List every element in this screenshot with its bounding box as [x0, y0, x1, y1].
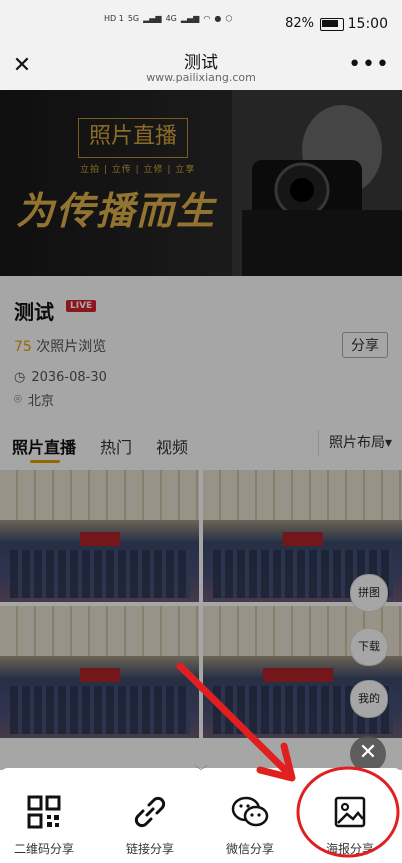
clock-icon: ◷	[14, 370, 26, 385]
share-option-link[interactable]: 链接分享	[110, 794, 190, 857]
banner-tag: 照片直播	[78, 118, 188, 158]
collage-button[interactable]: 拼图	[350, 574, 388, 612]
wifi-icon: ◠	[203, 14, 211, 23]
download-button[interactable]: 下载	[350, 628, 388, 666]
event-name: 测试	[14, 300, 54, 324]
image-icon	[310, 794, 390, 830]
tab-popular[interactable]: 热门	[100, 434, 132, 458]
battery-icon	[320, 18, 344, 31]
location-pin-icon: ⌾	[14, 392, 22, 407]
share-button[interactable]: 分享	[342, 332, 388, 358]
view-count-number: 75	[14, 339, 32, 355]
share-sheet: ﹀ 二维码分享 链接分享 微信分享 海报分享	[0, 766, 402, 863]
link-icon	[110, 794, 190, 830]
photo-layout-label: 照片布局	[328, 435, 385, 451]
chat-icon: ●	[214, 14, 222, 23]
photo-thumbnail[interactable]	[0, 470, 199, 602]
clock: 15:00	[347, 16, 388, 32]
event-date: ◷ 2036-08-30	[14, 370, 107, 385]
signal-bars-icon: ▂▄▆	[143, 14, 162, 23]
event-date-text: 2036-08-30	[31, 370, 107, 385]
qr-code-icon	[4, 794, 84, 830]
mine-button[interactable]: 我的	[350, 680, 388, 718]
content-tabs: 照片直播 热门 视频 照片布局▾	[0, 422, 402, 466]
banner-slogan: 为传播而生	[16, 188, 217, 233]
close-fab-icon[interactable]: ✕	[350, 736, 386, 772]
share-option-label: 二维码分享	[13, 842, 74, 856]
status-bar: HD 1 5G ▂▄▆ 4G ▂▄▆ ◠ ● ⬡ 82% 15:00	[0, 0, 402, 44]
event-banner: 照片直播 立拍 | 立传 | 立修 | 立享 为传播而生	[0, 90, 402, 276]
photo-grid	[0, 466, 402, 766]
wechat-icon	[210, 794, 290, 830]
event-location: ⌾ 北京	[14, 390, 54, 409]
chevron-down-icon[interactable]: ﹀	[190, 766, 212, 780]
signal-bars-icon: ▂▄▆	[180, 14, 200, 23]
event-location-text: 北京	[27, 394, 54, 409]
active-tab-indicator	[30, 460, 60, 463]
share-option-wechat[interactable]: 微信分享	[210, 794, 290, 857]
hd-icon: HD 1	[104, 14, 124, 23]
page-url: www.pailixiang.com	[146, 71, 256, 84]
photo-thumbnail[interactable]	[0, 606, 199, 738]
photographer-image	[232, 90, 402, 276]
nav-bar: ✕ 测试 www.pailixiang.com •••	[0, 44, 402, 90]
view-count: 75 次照片浏览	[14, 336, 106, 356]
caret-down-icon: ▾	[384, 435, 392, 451]
network-4g-icon: 4G	[165, 14, 177, 23]
photo-thumbnail[interactable]	[203, 606, 402, 738]
tab-photo-live[interactable]: 照片直播	[12, 434, 76, 458]
share-option-label: 海报分享	[325, 842, 374, 856]
banner-tag-sub: 立拍 | 立传 | 立修 | 立享	[80, 165, 196, 175]
share-option-poster[interactable]: 海报分享	[310, 794, 390, 857]
photo-layout-dropdown[interactable]: 照片布局▾	[317, 430, 392, 456]
share-option-qrcode[interactable]: 二维码分享	[4, 794, 84, 857]
app-icon: ⬡	[225, 14, 233, 23]
live-badge: LIVE	[66, 300, 97, 312]
tab-video[interactable]: 视频	[156, 434, 188, 458]
more-icon[interactable]: •••	[348, 52, 390, 77]
battery-percent: 82%	[285, 16, 314, 31]
share-option-label: 链接分享	[125, 842, 174, 856]
network-5g-icon: 5G	[127, 14, 140, 23]
page-title: 测试	[184, 53, 218, 73]
view-count-label: 次照片浏览	[36, 339, 107, 355]
share-option-label: 微信分享	[225, 842, 274, 856]
signal-indicators: HD 1 5G ▂▄▆ 4G ▂▄▆ ◠ ● ⬡	[104, 14, 232, 23]
